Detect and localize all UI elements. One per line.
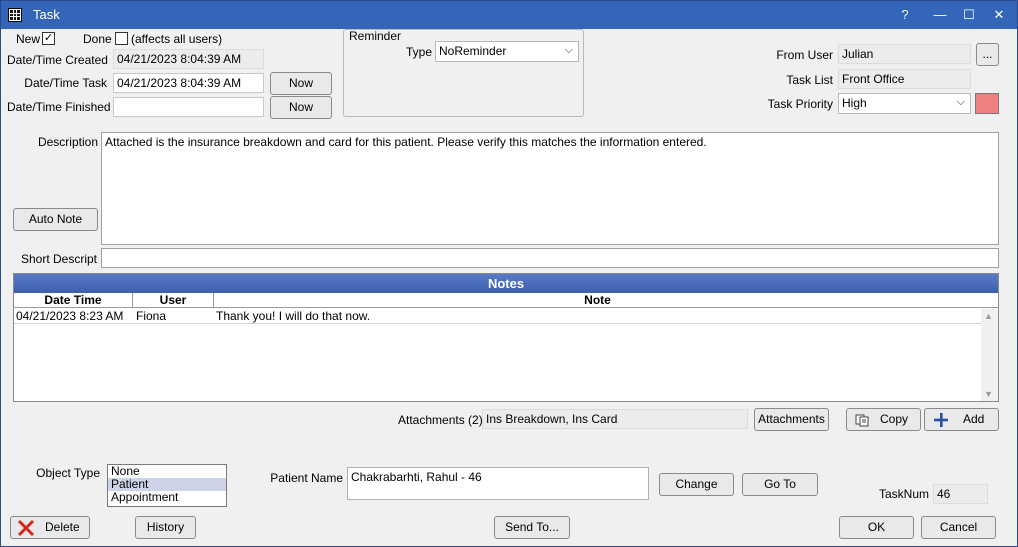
help-button[interactable]: ?	[891, 5, 919, 25]
maximize-button[interactable]: ☐	[955, 5, 983, 25]
reminder-type-select[interactable]: NoReminder ⌵	[435, 41, 579, 62]
table-row[interactable]: 04/21/2023 8:23 AM Fiona Thank you! I wi…	[14, 309, 981, 324]
date-finished-field[interactable]	[113, 97, 264, 117]
copy-button[interactable]: Copy	[846, 408, 921, 431]
auto-note-button[interactable]: Auto Note	[13, 208, 98, 231]
notes-grid: Notes Date Time User Note 04/21/2023 8:2…	[13, 273, 999, 402]
date-created-label: Date/Time Created	[7, 53, 108, 67]
done-checkbox[interactable]	[115, 32, 128, 45]
attachments-button[interactable]: Attachments	[754, 408, 829, 431]
delete-button-label: Delete	[45, 520, 80, 534]
tasknum-label: TaskNum	[878, 487, 929, 501]
red-x-icon	[17, 519, 35, 537]
reminder-type-value: NoReminder	[439, 44, 507, 58]
notes-title: Notes	[14, 274, 998, 293]
attachments-field: Ins Breakdown, Ins Card	[482, 409, 748, 429]
reminder-type-label: Type	[406, 45, 433, 59]
task-list-label: Task List	[786, 73, 833, 87]
change-patient-button[interactable]: Change	[659, 473, 734, 496]
date-created-field: 04/21/2023 8:04:39 AM	[113, 49, 264, 69]
attachments-label: Attachments (2)	[398, 413, 483, 427]
grid-icon	[8, 8, 22, 22]
task-list-field: Front Office	[838, 69, 971, 89]
now-task-button[interactable]: Now	[270, 72, 332, 95]
plus-icon	[933, 412, 949, 428]
note-user-cell: Fiona	[136, 309, 167, 323]
column-header-note[interactable]: Note	[214, 293, 981, 308]
delete-button[interactable]: Delete	[10, 516, 90, 539]
patient-name-field: Chakrabarhti, Rahul - 46	[347, 467, 649, 500]
column-header-user[interactable]: User	[133, 293, 214, 308]
task-priority-label: Task Priority	[767, 97, 833, 111]
note-datetime-cell: 04/21/2023 8:23 AM	[16, 309, 124, 323]
copy-button-label: Copy	[880, 412, 909, 426]
note-text-cell: Thank you! I will do that now.	[216, 309, 371, 323]
go-to-patient-button[interactable]: Go To	[742, 473, 818, 496]
object-type-list[interactable]: None Patient Appointment	[107, 464, 227, 507]
scroll-down-icon[interactable]: ▼	[984, 389, 993, 399]
tasknum-field: 46	[933, 484, 988, 504]
history-button[interactable]: History	[135, 516, 196, 539]
pick-user-button[interactable]: ...	[976, 43, 999, 66]
send-to-button[interactable]: Send To...	[494, 516, 570, 539]
description-label: Description	[37, 135, 98, 149]
cancel-button[interactable]: Cancel	[921, 516, 996, 539]
priority-color-swatch[interactable]	[975, 93, 999, 114]
ok-button[interactable]: OK	[839, 516, 914, 539]
close-button[interactable]: ✕	[985, 5, 1013, 25]
scroll-up-icon[interactable]: ▲	[984, 311, 993, 321]
from-user-field: Julian	[838, 44, 971, 64]
now-finished-button[interactable]: Now	[270, 96, 332, 119]
new-label: New	[16, 32, 41, 46]
copy-icon	[855, 413, 869, 427]
notes-scrollbar[interactable]: ▲ ▼	[981, 309, 998, 401]
chevron-down-icon: ⌵	[956, 96, 965, 108]
task-window: Task ? — ☐ ✕ New ✓ Done (affects all use…	[0, 0, 1018, 547]
add-button[interactable]: Add	[924, 408, 999, 431]
task-priority-select[interactable]: High ⌵	[838, 93, 971, 114]
description-textarea[interactable]: Attached is the insurance breakdown and …	[101, 132, 999, 245]
done-label: Done	[83, 32, 112, 46]
minimize-button[interactable]: —	[926, 5, 954, 25]
add-button-label: Add	[963, 412, 985, 426]
chevron-down-icon: ⌵	[564, 44, 573, 56]
new-checkbox[interactable]: ✓	[42, 32, 55, 45]
short-descript-label: Short Descript	[20, 252, 97, 266]
column-header-date-time[interactable]: Date Time	[14, 293, 133, 308]
notes-header-row: Date Time User Note	[14, 293, 998, 308]
task-priority-value: High	[842, 96, 867, 110]
object-type-label: Object Type	[36, 466, 100, 480]
list-item[interactable]: Appointment	[108, 491, 226, 504]
date-finished-label: Date/Time Finished	[7, 100, 111, 114]
window-title: Task	[33, 7, 60, 22]
from-user-label: From User	[776, 48, 833, 62]
date-task-label: Date/Time Task	[24, 76, 107, 90]
date-task-field[interactable]: 04/21/2023 8:04:39 AM	[113, 73, 264, 93]
short-descript-field[interactable]	[101, 248, 999, 268]
patient-name-label: Patient Name	[270, 471, 343, 485]
affects-all-users-label: (affects all users)	[131, 32, 223, 46]
reminder-group-label: Reminder	[349, 29, 402, 43]
title-bar: Task ? — ☐ ✕	[1, 1, 1017, 29]
